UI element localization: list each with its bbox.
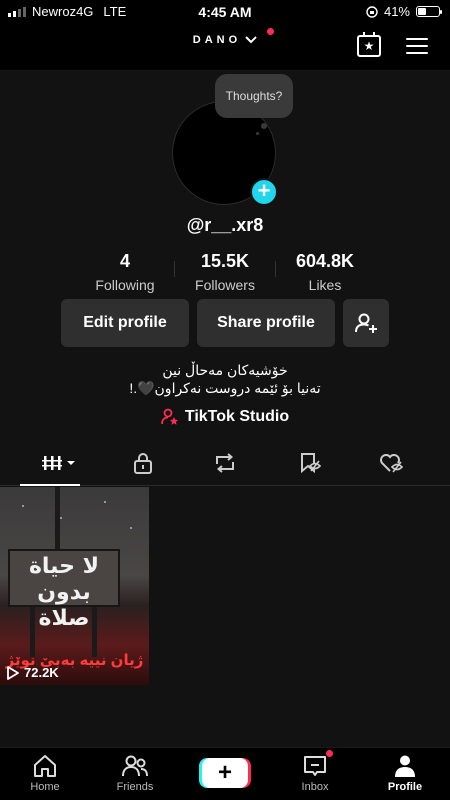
tab-favorites[interactable] (265, 440, 355, 486)
tab-private[interactable] (98, 440, 188, 486)
menu-icon[interactable] (406, 38, 428, 59)
studio-label: TikTok Studio (184, 408, 290, 425)
stat-followers[interactable]: 15.5K Followers (175, 251, 275, 293)
stat-value: 4 (119, 251, 130, 271)
nav-profile[interactable]: Profile (360, 754, 450, 793)
tab-reposts[interactable] (180, 440, 270, 486)
calendar-star-icon[interactable]: ★ (357, 32, 381, 57)
stat-likes[interactable]: 604.8K Likes (275, 251, 375, 293)
stat-value: 604.8K (295, 251, 355, 271)
stat-label: Likes (308, 277, 342, 293)
bio-line: تەنیا بۆ ئێمە دروست نەکراون🖤.! (129, 380, 321, 396)
sign-pole (55, 487, 60, 549)
active-tab-indicator (20, 484, 80, 486)
view-count-label: 72.2K (24, 665, 59, 680)
account-switcher[interactable]: DANO (0, 34, 450, 46)
stat-divider (174, 261, 175, 277)
grid-filter-icon (42, 456, 75, 470)
nav-friends[interactable]: Friends (90, 754, 180, 793)
username: @r__.xr8 (186, 215, 264, 235)
tab-videos[interactable] (15, 440, 105, 486)
add-user-icon (355, 313, 377, 333)
friends-icon (122, 755, 148, 777)
sign-text: بدون صلاة (37, 580, 91, 631)
nav-home[interactable]: Home (0, 754, 90, 793)
bio-line: خۆشیەکان مەحاڵ نین (162, 362, 288, 378)
studio-icon (160, 408, 178, 425)
bubble-dot (256, 132, 259, 135)
thoughts-bubble[interactable]: Thoughts? (215, 74, 293, 118)
nav-label: Friends (116, 781, 154, 793)
add-avatar-button[interactable]: + (250, 178, 278, 206)
sign-text: لا حياة (28, 554, 100, 579)
bottom-nav: Home Friends + Inbox Profile (0, 747, 450, 800)
tab-liked[interactable] (347, 440, 437, 486)
edit-profile-button[interactable]: Edit profile (61, 299, 189, 347)
home-icon (34, 755, 56, 777)
add-friend-button[interactable] (343, 299, 389, 347)
nav-label: Inbox (301, 781, 329, 793)
battery-percent: 41% (383, 4, 410, 19)
notification-dot (267, 28, 274, 35)
stat-value: 15.5K (200, 251, 250, 271)
stat-label: Followers (195, 277, 255, 293)
create-button[interactable]: + (202, 758, 248, 788)
content-tabs (0, 440, 450, 486)
inbox-icon (304, 756, 326, 776)
heart-hidden-icon (380, 454, 404, 473)
lock-icon (134, 453, 152, 474)
stat-label: Following (95, 277, 155, 293)
play-icon (7, 665, 19, 680)
thumb-speck (22, 505, 24, 507)
profile-icon (395, 755, 415, 777)
share-profile-button[interactable]: Share profile (197, 299, 335, 347)
thumb-speck (130, 527, 132, 529)
thumb-speck (104, 501, 106, 503)
sign-board: لا حياة بدون صلاة (8, 549, 120, 631)
status-right: 41% (366, 4, 442, 19)
inbox-badge (326, 750, 333, 757)
bookmark-hidden-icon (301, 453, 322, 474)
status-bar: Newroz4G LTE 4:45 AM 41% (0, 0, 450, 24)
battery-icon (416, 6, 442, 17)
account-name: DANO (192, 34, 242, 46)
nav-inbox[interactable]: Inbox (270, 754, 360, 793)
profile-stats: 4 Following 15.5K Followers 604.8K Likes (75, 251, 375, 293)
orientation-lock-icon (366, 5, 378, 18)
stat-divider (275, 261, 276, 277)
video-thumbnail[interactable]: لا حياة بدون صلاة ژیان نییە بەبێ نوێژ 72… (0, 487, 149, 685)
view-count: 72.2K (6, 665, 59, 680)
stat-following[interactable]: 4 Following (75, 251, 175, 293)
top-nav: DANO ★ (0, 24, 450, 70)
repost-icon (216, 453, 234, 473)
tiktok-studio-link[interactable]: TikTok Studio (0, 408, 450, 426)
nav-label: Home (30, 781, 60, 793)
bubble-dot (261, 123, 267, 129)
nav-label: Profile (387, 781, 423, 793)
thumb-speck (60, 517, 62, 519)
chevron-down-icon (245, 36, 257, 44)
